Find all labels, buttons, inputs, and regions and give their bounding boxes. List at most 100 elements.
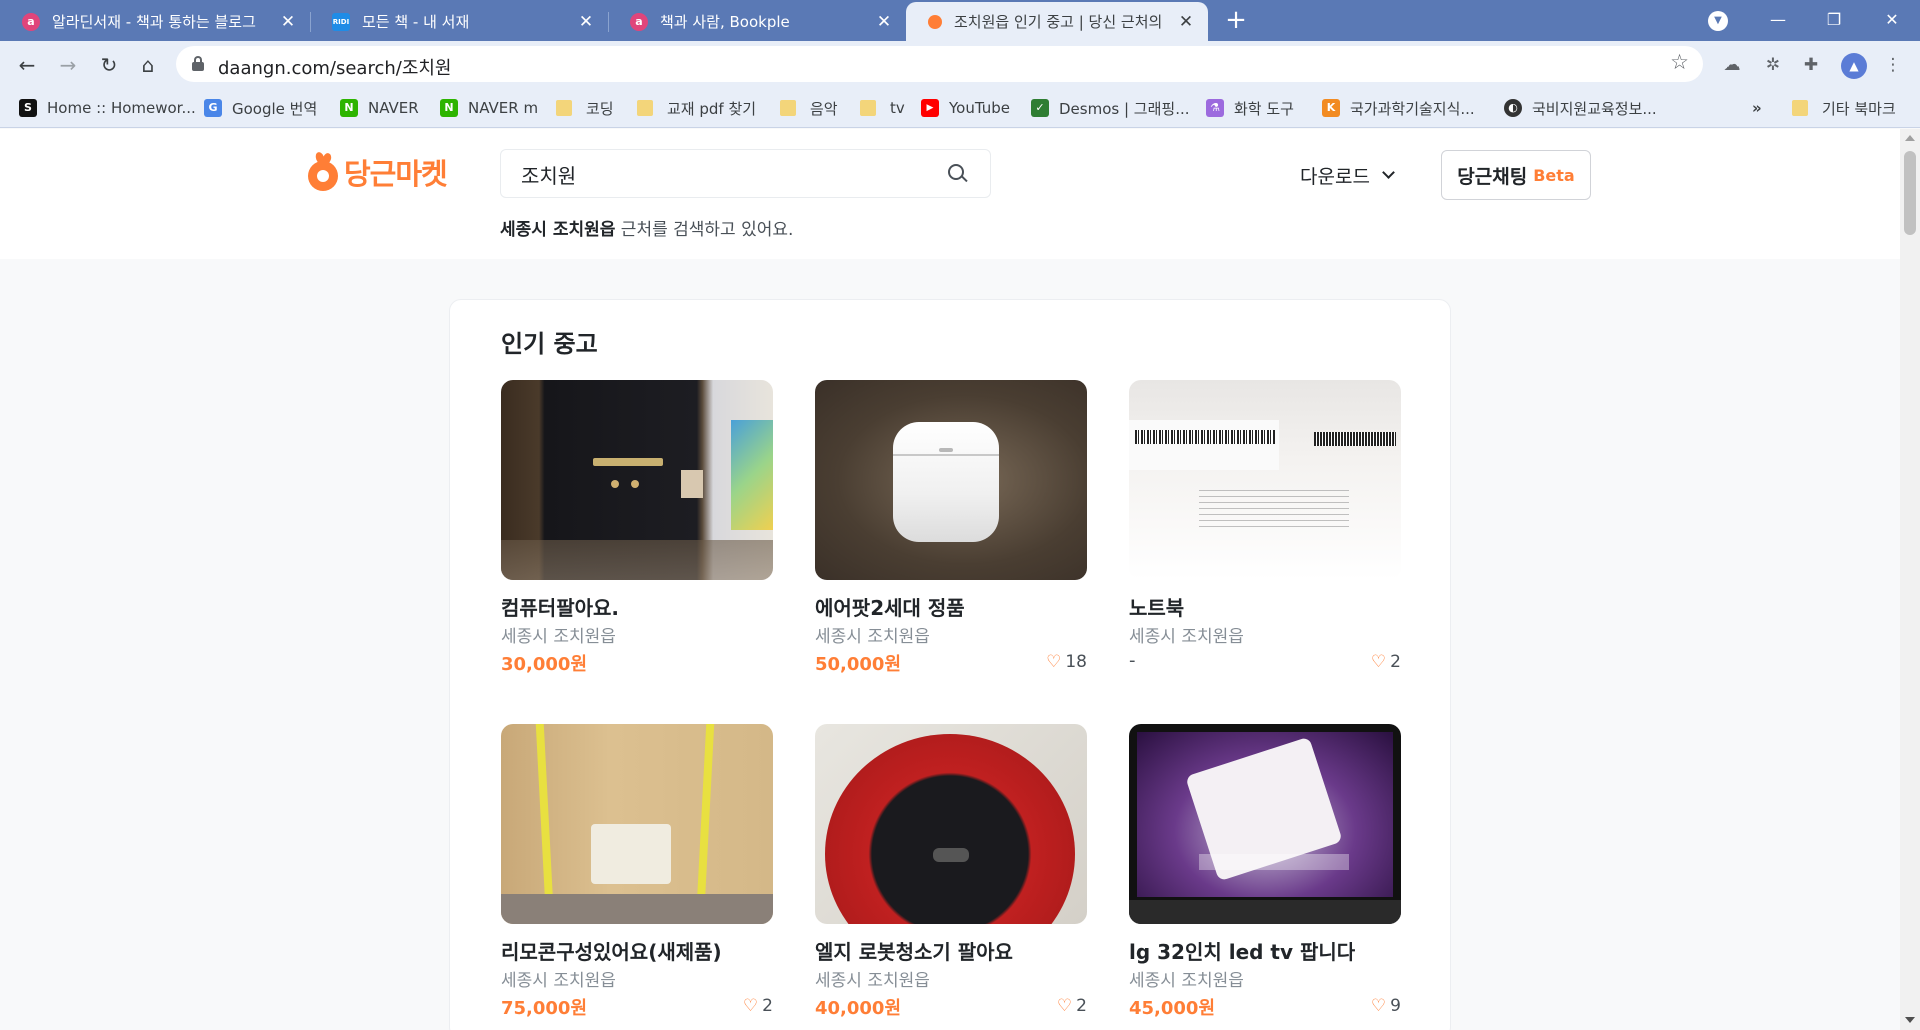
product-card[interactable]: lg 32인치 led tv 팝니다 세종시 조치원읍 45,000원 ♡ 9 (1129, 724, 1401, 1024)
bookmark-label: tv (890, 99, 905, 117)
product-region: 세종시 조치원읍 (815, 627, 930, 647)
product-title[interactable]: lg 32인치 led tv 팝니다 (1129, 936, 1355, 965)
menu-dots-icon[interactable]: ⋮ (1880, 52, 1906, 78)
product-price: 40,000원 (815, 998, 902, 1019)
product-card[interactable]: 엘지 로봇청소기 팔아요 세종시 조치원읍 40,000원 ♡ 2 (815, 724, 1087, 1024)
minimize-icon[interactable]: — (1750, 0, 1806, 41)
close-icon[interactable]: ✕ (876, 12, 892, 32)
product-card[interactable]: 노트북 세종시 조치원읍 - ♡ 2 (1129, 380, 1401, 680)
gear-extension-icon[interactable]: ✲ (1760, 52, 1786, 78)
bookmark-youtube[interactable]: ▶ YouTube (921, 97, 1010, 119)
heart-icon: ♡ (1056, 996, 1073, 1016)
close-icon[interactable]: ✕ (1178, 12, 1194, 32)
address-bar[interactable]: daangn.com/search/조치원 ☆ (176, 46, 1703, 82)
product-title[interactable]: 노트북 (1129, 592, 1184, 621)
logo-text: 당근마켓 (344, 157, 448, 191)
tab-title: 책과 사람, Bookple (660, 13, 790, 31)
new-tab-icon[interactable]: + (1221, 6, 1251, 36)
bookmark-naver[interactable]: N NAVER (340, 97, 419, 119)
location-name: 세종시 조치원읍 (500, 220, 616, 240)
bookmark-folder-coding[interactable]: 코딩 (556, 97, 614, 119)
product-card[interactable]: 컴퓨터팔아요. 세종시 조치원읍 30,000원 (501, 380, 773, 680)
bookmark-google-translate[interactable]: G Google 번역 (204, 97, 317, 119)
youtube-icon: ▶ (921, 99, 939, 117)
folder-icon (637, 100, 653, 116)
close-icon[interactable]: ✕ (578, 12, 594, 32)
bookmark-chem-tools[interactable]: ⚗ 화학 도구 (1206, 97, 1294, 119)
tab-aladin-seojae[interactable]: a 알라딘서재 - 책과 통하는 블로그 ✕ (0, 2, 310, 41)
bookmark-folder-tv[interactable]: tv (860, 97, 905, 119)
like-number: 9 (1390, 996, 1401, 1016)
back-icon[interactable]: ← (12, 50, 42, 80)
bookmark-label: 교재 pdf 찾기 (667, 99, 757, 118)
like-count: ♡ 9 (1371, 996, 1401, 1016)
heart-icon: ♡ (742, 996, 759, 1016)
bookmark-label: Google 번역 (232, 99, 318, 118)
beta-badge: Beta (1533, 165, 1575, 185)
tab-ridi-library[interactable]: RIDI 모든 책 - 내 서재 ✕ (310, 2, 608, 41)
scroll-down-icon[interactable] (1905, 1017, 1915, 1023)
product-title[interactable]: 에어팟2세대 정품 (815, 592, 965, 621)
search-box (500, 149, 991, 198)
chat-label: 당근채팅 (1457, 165, 1528, 188)
bookmark-folder-music[interactable]: 음악 (780, 97, 838, 119)
site-logo[interactable]: 당근마켓 (308, 149, 448, 195)
product-image[interactable] (1129, 380, 1401, 580)
search-icon[interactable] (948, 164, 968, 184)
window-close-icon[interactable]: ✕ (1864, 0, 1920, 41)
bookmark-star-icon[interactable]: ☆ (1670, 50, 1689, 74)
bookmark-desmos[interactable]: ✓ Desmos | 그래핑... (1031, 97, 1190, 119)
other-bookmarks[interactable]: 기타 북마크 (1792, 97, 1896, 119)
product-price: 45,000원 (1129, 998, 1216, 1019)
bookmark-hrd[interactable]: ◐ 국비지원교육정보... (1504, 97, 1657, 119)
location-suffix: 근처를 검색하고 있어요. (615, 220, 794, 240)
product-title[interactable]: 엘지 로봇청소기 팔아요 (815, 936, 1013, 965)
globe-icon: ◐ (1504, 99, 1522, 117)
product-image[interactable] (815, 380, 1087, 580)
tab-bookple[interactable]: a 책과 사람, Bookple ✕ (608, 2, 906, 41)
like-count: ♡ 18 (1046, 652, 1087, 672)
product-image[interactable] (501, 380, 773, 580)
chevron-down-icon (1382, 166, 1395, 179)
more-bookmarks-icon[interactable]: » (1752, 97, 1762, 119)
search-input[interactable] (521, 161, 921, 187)
scroll-thumb[interactable] (1904, 151, 1916, 235)
forward-icon[interactable]: → (53, 50, 83, 80)
bookmark-ntis[interactable]: K 국가과학기술지식... (1322, 97, 1475, 119)
daangn-chat-button[interactable]: 당근채팅 Beta (1441, 150, 1591, 200)
url-text[interactable]: daangn.com/search/조치원 (218, 54, 452, 80)
tab-search-icon[interactable]: ▼ (1708, 11, 1728, 31)
profile-avatar[interactable]: ▲ (1841, 53, 1867, 79)
puzzle-extensions-icon[interactable]: ✚ (1798, 52, 1824, 78)
bookmark-folder-pdf[interactable]: 교재 pdf 찾기 (637, 97, 756, 119)
carrot-icon (308, 150, 338, 192)
scroll-up-icon[interactable] (1905, 135, 1915, 141)
product-image[interactable] (501, 724, 773, 924)
bookmark-label: 국비지원교육정보... (1532, 99, 1657, 118)
tab-daangn-active[interactable]: 조치원읍 인기 중고 | 당신 근처의 ✕ (906, 2, 1208, 41)
bookmark-label: NAVER (368, 99, 419, 117)
bookmarks-bar: S Home :: Homewor... G Google 번역 N NAVER… (0, 88, 1920, 128)
product-card[interactable]: 리모콘구성있어요(새제품) 세종시 조치원읍 75,000원 ♡ 2 (501, 724, 773, 1024)
bookmark-naver-m[interactable]: N NAVER m (440, 97, 538, 119)
home-icon[interactable]: ⌂ (133, 50, 163, 80)
product-title[interactable]: 컴퓨터팔아요. (501, 592, 619, 621)
like-number: 2 (762, 996, 773, 1016)
product-price: 50,000원 (815, 654, 902, 675)
product-card[interactable]: 에어팟2세대 정품 세종시 조치원읍 50,000원 ♡ 18 (815, 380, 1087, 680)
popular-items-panel: 인기 중고 컴퓨터팔아요. 세종시 조치원읍 30,000원 에어팟2세대 정품… (449, 299, 1451, 1030)
section-title: 인기 중고 (501, 330, 598, 358)
ridi-favicon-icon: RIDI (332, 12, 350, 31)
reload-icon[interactable]: ↻ (94, 50, 124, 80)
product-image[interactable] (815, 724, 1087, 924)
product-title[interactable]: 리모콘구성있어요(새제품) (501, 936, 722, 965)
page-scrollbar[interactable] (1900, 129, 1920, 1030)
bookmark-homework[interactable]: S Home :: Homewor... (19, 97, 196, 119)
product-price: 75,000원 (501, 998, 588, 1019)
product-image[interactable] (1129, 724, 1401, 924)
download-menu[interactable]: 다운로드 (1300, 162, 1395, 189)
like-count: ♡ 2 (1371, 652, 1401, 672)
cloud-extension-icon[interactable]: ☁ (1719, 52, 1745, 78)
close-icon[interactable]: ✕ (280, 12, 296, 32)
restore-icon[interactable]: ❐ (1806, 0, 1862, 41)
